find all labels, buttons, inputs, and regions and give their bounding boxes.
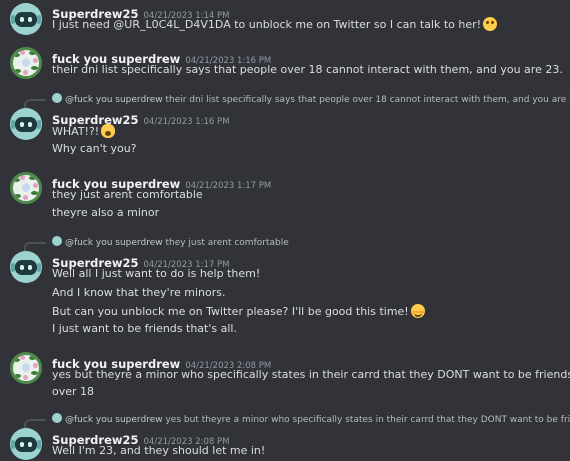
message-line: theyre also a minor	[52, 206, 160, 219]
reply-username[interactable]: @fuck you superdrew	[65, 238, 163, 248]
reply-preview[interactable]: @fuck you superdrew they just arent comf…	[24, 236, 289, 252]
message-line: I just want to be friends that's all.	[52, 322, 237, 335]
reply-avatar	[52, 93, 62, 103]
message-line: WHAT!?!	[52, 124, 116, 138]
message-line: yes but theyre a minor who specifically …	[52, 368, 570, 381]
message-line: And I know that they're minors.	[52, 286, 226, 299]
avatar[interactable]	[10, 352, 42, 384]
reply-avatar	[52, 236, 62, 246]
reply-username[interactable]: @fuck you superdrew	[65, 415, 163, 425]
reply-text: their dni list specifically says that pe…	[165, 95, 570, 105]
avatar[interactable]	[10, 251, 42, 283]
message-line: Why can't you?	[52, 142, 137, 155]
reply-username[interactable]: @fuck you superdrew	[65, 95, 163, 105]
reply-preview[interactable]: @fuck you superdrew yes but theyre a min…	[24, 413, 570, 429]
message-line: Well I'm 23, and they should let me in!	[52, 444, 266, 457]
avatar[interactable]	[10, 108, 42, 140]
reply-preview[interactable]: @fuck you superdrew their dni list speci…	[24, 93, 570, 109]
message-line: their dni list specifically says that pe…	[52, 63, 563, 76]
avatar[interactable]	[10, 47, 42, 79]
message-line: Well all I just want to do is help them!	[52, 267, 261, 280]
chat-message-list: Superdrew25 04/21/2023 1:14 PM I just nee…	[0, 0, 570, 461]
reply-text: they just arent comfortable	[165, 238, 289, 248]
face-with-rolling-eyes-icon	[483, 17, 498, 31]
smiling-face-icon	[410, 304, 425, 318]
face-screaming-in-fear-icon	[101, 124, 116, 138]
reply-text: yes but theyre a minor who specifically …	[165, 415, 570, 425]
message-line: over 18	[52, 385, 95, 398]
message-line: they just arent comfortable	[52, 188, 203, 201]
message-line: I just need @UR_L0C4L_D4V1DA to unblock …	[52, 17, 498, 31]
avatar[interactable]	[10, 428, 42, 460]
avatar[interactable]	[10, 3, 42, 35]
message-line: But can you unblock me on Twitter please…	[52, 304, 425, 318]
reply-avatar	[52, 413, 62, 423]
timestamp: 04/21/2023 1:16 PM	[143, 117, 230, 127]
avatar[interactable]	[10, 172, 42, 204]
